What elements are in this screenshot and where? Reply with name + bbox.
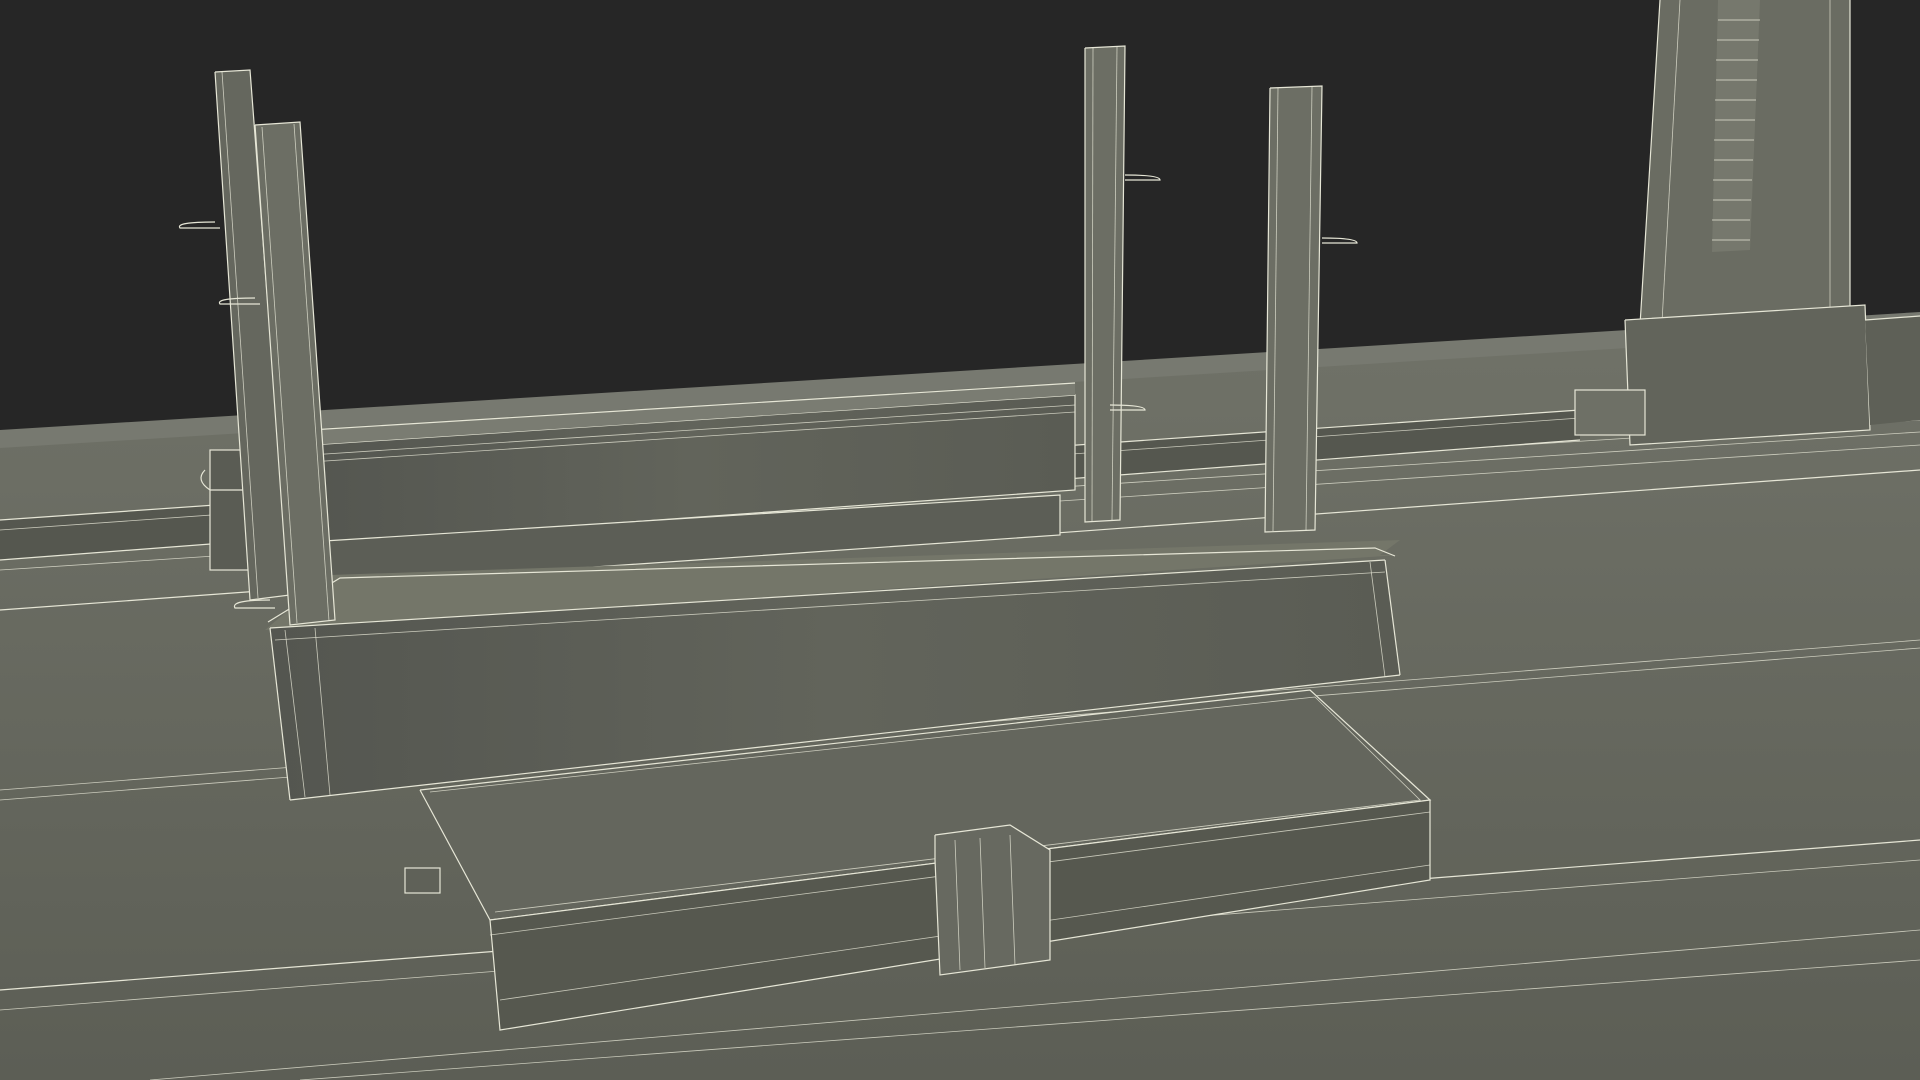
right-post	[1264, 85, 1323, 533]
wireframe-scene	[0, 0, 1920, 1080]
middle-post	[1084, 45, 1126, 523]
center-clamp	[935, 825, 1050, 975]
render-viewport	[0, 0, 1920, 1080]
sled-tab	[405, 868, 440, 893]
